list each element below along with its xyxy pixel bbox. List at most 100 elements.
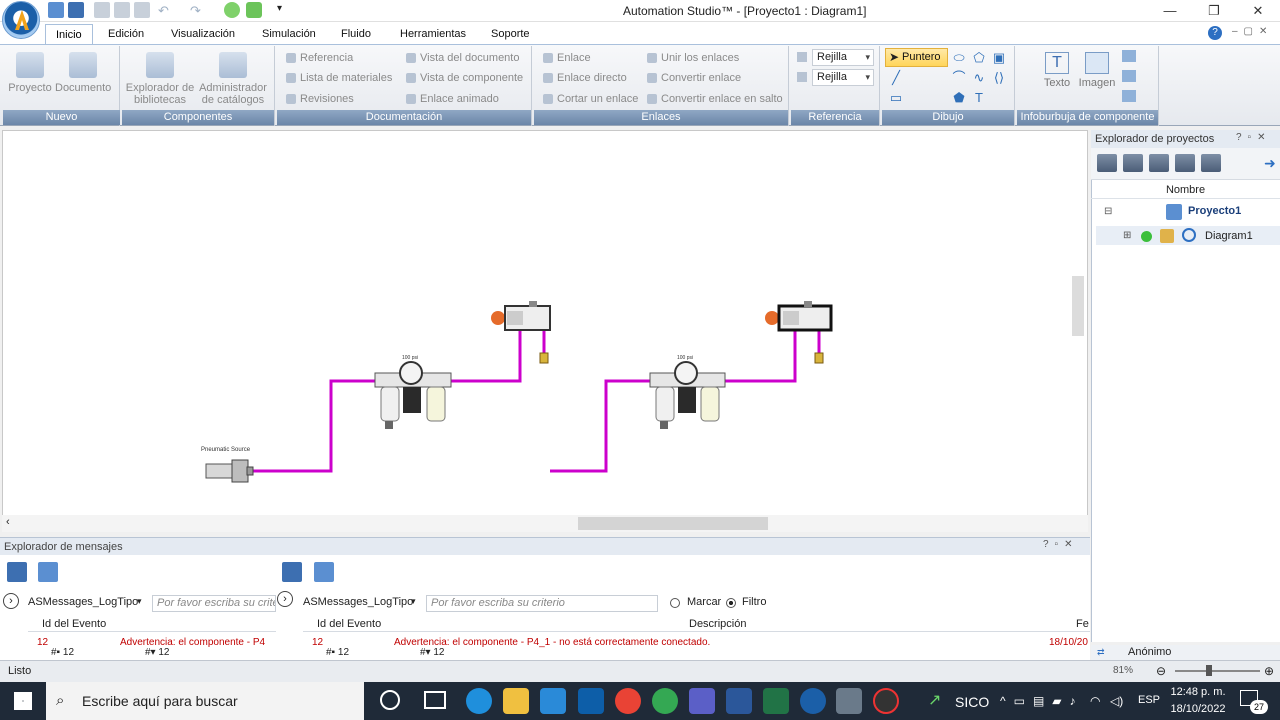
revisiones-button[interactable]: Revisiones xyxy=(284,91,354,107)
clear-flags-icon[interactable] xyxy=(314,562,334,582)
qat-tool-icon[interactable] xyxy=(134,2,150,18)
pe-tool-icon[interactable] xyxy=(1175,154,1195,172)
frl-unit-2[interactable] xyxy=(649,361,726,429)
lista-materiales-button[interactable]: Lista de materiales xyxy=(284,70,392,86)
texto-button[interactable]: T Texto xyxy=(1040,52,1074,89)
zoom-out-icon[interactable]: ⊖ xyxy=(1156,664,1166,678)
arc-tool-icon[interactable]: ⌒ xyxy=(952,71,966,85)
help-icon[interactable]: ? xyxy=(1208,26,1222,40)
automation-studio-logo-icon[interactable] xyxy=(2,1,40,39)
project-tree-column-header[interactable]: Nombre xyxy=(1091,182,1280,199)
sico-label[interactable]: SICO xyxy=(955,694,989,710)
arrow-right-icon[interactable]: ➜ xyxy=(1264,155,1276,172)
diagram-canvas[interactable]: Pneumatic Source 100 psi 100 psi xyxy=(2,130,1088,516)
bubble-tool-icon[interactable] xyxy=(1122,90,1136,102)
right-col-id[interactable]: Id del Evento xyxy=(317,616,381,632)
automation-studio-taskbar-icon[interactable] xyxy=(800,688,826,714)
unir-enlaces-button[interactable]: Unir los enlaces xyxy=(645,50,739,66)
taskbar-search-input[interactable]: Escribe aquí para buscar xyxy=(46,682,364,720)
tray-icons[interactable]: ^▭▤▰♪ xyxy=(1000,694,1084,708)
pneumatic-source[interactable] xyxy=(205,459,254,483)
rejilla-combo-1[interactable]: Rejilla xyxy=(812,49,874,66)
polygon-tool-icon[interactable]: ⬠ xyxy=(972,51,986,65)
pe-tool-icon[interactable] xyxy=(1149,154,1169,172)
left-row-text[interactable]: Advertencia: el componente - P4 xyxy=(120,637,275,648)
close-button[interactable]: ✕ xyxy=(1236,0,1280,22)
word-icon[interactable] xyxy=(726,688,752,714)
tab-herramientas[interactable]: Herramientas xyxy=(390,24,476,44)
qat-tool-icon[interactable] xyxy=(94,2,110,18)
minimize-button[interactable]: — xyxy=(1148,0,1192,22)
line-tool-icon[interactable]: ╱ xyxy=(889,71,903,85)
right-row-id[interactable]: 12 xyxy=(312,637,323,648)
text-tool-icon[interactable]: T xyxy=(972,91,986,105)
rejilla-combo-2[interactable]: Rejilla xyxy=(812,69,874,86)
edge-icon[interactable] xyxy=(466,688,492,714)
recorder-icon[interactable] xyxy=(873,688,899,714)
enlace-animado-button[interactable]: Enlace animado xyxy=(404,91,499,107)
network-icon[interactable]: ◠ xyxy=(1090,694,1100,708)
dropdown-icon[interactable]: ▾ xyxy=(137,596,142,607)
code-tool-icon[interactable]: ⟨⟩ xyxy=(992,71,1006,85)
vista-componente-button[interactable]: Vista de componente xyxy=(404,70,523,86)
redo-icon[interactable]: ↷ xyxy=(190,3,201,19)
panel-controls-icon[interactable]: ?▫✕ xyxy=(1236,132,1272,143)
panel-controls-icon[interactable]: ?▫✕ xyxy=(1043,539,1079,550)
expand-filter-icon[interactable]: › xyxy=(3,593,19,609)
left-type-select[interactable]: ASMessages_LogTipo xyxy=(28,596,138,608)
pentagon-tool-icon[interactable]: ⬟ xyxy=(952,91,966,105)
vista-documento-button[interactable]: Vista del documento xyxy=(404,50,519,66)
cortar-enlace-button[interactable]: Cortar un enlace xyxy=(541,91,638,107)
app-icon[interactable] xyxy=(836,688,862,714)
right-row-date[interactable]: 18/10/20 xyxy=(1049,637,1089,648)
silencer-1[interactable] xyxy=(539,352,549,364)
tab-fluido[interactable]: Fluido xyxy=(331,24,381,44)
tab-soporte[interactable]: Soporte xyxy=(481,24,540,44)
stock-chart-icon[interactable]: ↗ xyxy=(928,690,950,709)
scroll-left-icon[interactable]: ‹ xyxy=(6,516,10,528)
referencia-button[interactable]: Referencia xyxy=(284,50,353,66)
teams-icon[interactable] xyxy=(689,688,715,714)
cortana-icon[interactable] xyxy=(380,690,400,710)
right-type-select[interactable]: ASMessages_LogTipo xyxy=(303,596,413,608)
bubble-tool-icon[interactable] xyxy=(1122,70,1136,82)
right-search-input[interactable]: Por favor escriba su criterio xyxy=(426,595,658,612)
tab-inicio[interactable]: Inicio xyxy=(45,24,93,44)
task-view-icon[interactable] xyxy=(424,691,446,709)
picture-frame-tool-icon[interactable]: ▣ xyxy=(992,51,1006,65)
customize-qat-icon[interactable]: ▾ xyxy=(277,3,282,14)
simulate-normal-icon[interactable] xyxy=(246,2,262,18)
pe-tool-icon[interactable] xyxy=(1201,154,1221,172)
qat-tool-icon[interactable] xyxy=(114,2,130,18)
volume-icon[interactable]: ◁) xyxy=(1110,694,1123,708)
message-log-icon[interactable] xyxy=(7,562,27,582)
rectangle-tool-icon[interactable]: ▭ xyxy=(889,91,903,105)
administrador-catalogos-button[interactable]: Administrador de catálogos xyxy=(196,52,270,106)
festo-icon[interactable] xyxy=(578,688,604,714)
language-indicator[interactable]: ESP xyxy=(1138,694,1160,706)
canvas-vertical-scrollbar[interactable] xyxy=(1072,276,1084,336)
explorador-bibliotecas-button[interactable]: Explorador de bibliotecas xyxy=(124,52,196,106)
left-row-id[interactable]: 12 xyxy=(37,637,48,648)
expand-icon[interactable]: ⊞ xyxy=(1123,230,1131,241)
horizontal-scroll-thumb[interactable] xyxy=(578,517,768,530)
clock-date[interactable]: 18/10/2022 xyxy=(1170,703,1226,715)
simulate-start-icon[interactable] xyxy=(224,2,240,18)
tab-simulacion[interactable]: Simulación xyxy=(252,24,326,44)
zoom-slider-thumb[interactable] xyxy=(1206,665,1212,676)
collapse-icon[interactable]: ⊟ xyxy=(1104,206,1112,217)
chrome-icon[interactable] xyxy=(615,688,641,714)
mdi-window-controls[interactable]: –▢✕ xyxy=(1232,26,1273,37)
undo-icon[interactable]: ↶ xyxy=(158,3,169,19)
pe-tool-icon[interactable] xyxy=(1097,154,1117,172)
qat-open-icon[interactable] xyxy=(48,2,64,18)
project-tree-item[interactable]: Proyecto1 xyxy=(1188,205,1241,217)
file-explorer-icon[interactable] xyxy=(503,688,529,714)
message-log-icon[interactable] xyxy=(282,562,302,582)
windows-start-icon[interactable] xyxy=(14,692,32,710)
left-search-input[interactable]: Por favor escriba su crite xyxy=(152,595,276,612)
tab-edicion[interactable]: Edición xyxy=(98,24,154,44)
convertir-enlace-salto-button[interactable]: Convertir enlace en salto xyxy=(645,91,783,107)
right-row-text[interactable]: Advertencia: el componente - P4_1 - no e… xyxy=(394,637,734,648)
imagen-button[interactable]: Imagen xyxy=(1078,52,1116,89)
